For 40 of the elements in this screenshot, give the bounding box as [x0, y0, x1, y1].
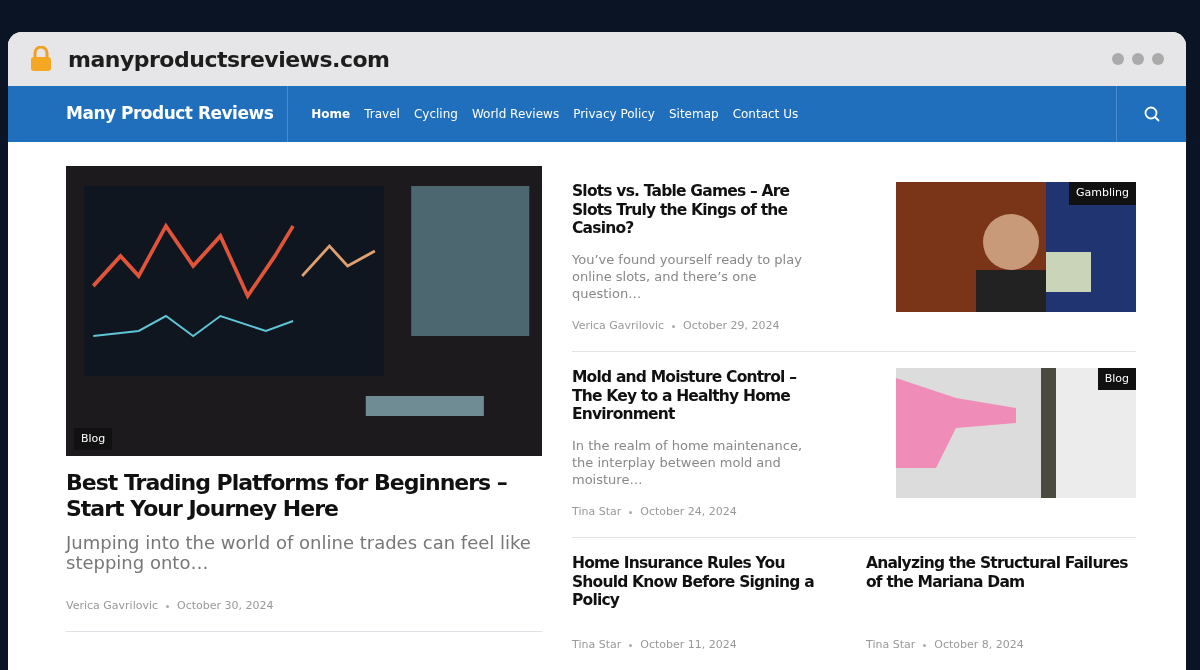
window-dot — [1132, 53, 1144, 65]
nav-link[interactable]: Home — [304, 105, 358, 123]
category-label[interactable]: Blog — [1097, 367, 1136, 391]
post-title[interactable]: Slots vs. Table Games – Are Slots Truly the Kings of the Casino? — [572, 182, 827, 238]
address-url[interactable]: manyproductsreviews.com — [68, 42, 390, 76]
separator-dot — [923, 644, 927, 648]
separator-dot — [629, 644, 633, 648]
post-date: October 24, 2024 — [640, 504, 737, 521]
separator-dot — [672, 325, 676, 329]
post-excerpt: You’ve found yourself ready to play online slots, and there’s one question… — [572, 251, 803, 303]
nav-link[interactable]: Sitemap — [661, 105, 726, 123]
nav-link[interactable]: Privacy Policy — [566, 105, 662, 123]
post-date: October 11, 2024 — [640, 637, 737, 654]
author-name[interactable]: Tina Star — [572, 504, 622, 521]
post-date: October 30, 2024 — [177, 598, 274, 615]
nav-link[interactable]: World Reviews — [464, 105, 567, 123]
post-title[interactable]: Home Insurance Rules You Should Know Before Signing a Policy — [572, 553, 842, 610]
category-label[interactable]: Gambling — [1068, 182, 1136, 205]
post-title[interactable]: Best Trading Platforms for Beginners – Start Your Journey Here — [66, 470, 542, 523]
window-dot — [1152, 53, 1164, 65]
nav-link[interactable]: Cycling — [406, 105, 465, 123]
author-name[interactable]: Tina Star — [572, 637, 622, 654]
window-dot — [1112, 53, 1124, 65]
post-title[interactable]: Analyzing the Structural Failures of the Mariana Dam — [866, 553, 1136, 592]
post-excerpt: Jumping into the world of online trades can feel like stepping onto… — [66, 532, 532, 575]
post-date: October 29, 2024 — [683, 318, 780, 335]
author-name[interactable]: Tina Star — [866, 637, 916, 654]
post-excerpt: In the realm of home maintenance, the interplay between mold and moisture… — [572, 437, 804, 489]
category-label[interactable]: Blog — [74, 427, 113, 450]
padlock-icon — [30, 46, 52, 72]
author-name[interactable]: Verica Gavrilovic — [66, 598, 159, 615]
nav-link[interactable]: Contact Us — [725, 105, 806, 123]
post-date: October 8, 2024 — [934, 637, 1024, 654]
nav-link[interactable]: Travel — [357, 105, 407, 123]
post-title[interactable]: Mold and Moisture Control – The Key to a Healthy Home Environment — [572, 367, 827, 424]
site-title[interactable]: Many Product Reviews — [8, 86, 289, 142]
search-icon — [1143, 106, 1160, 122]
author-name[interactable]: Verica Gavrilovic — [572, 318, 665, 335]
separator-dot — [629, 511, 633, 515]
separator-dot — [166, 604, 170, 608]
